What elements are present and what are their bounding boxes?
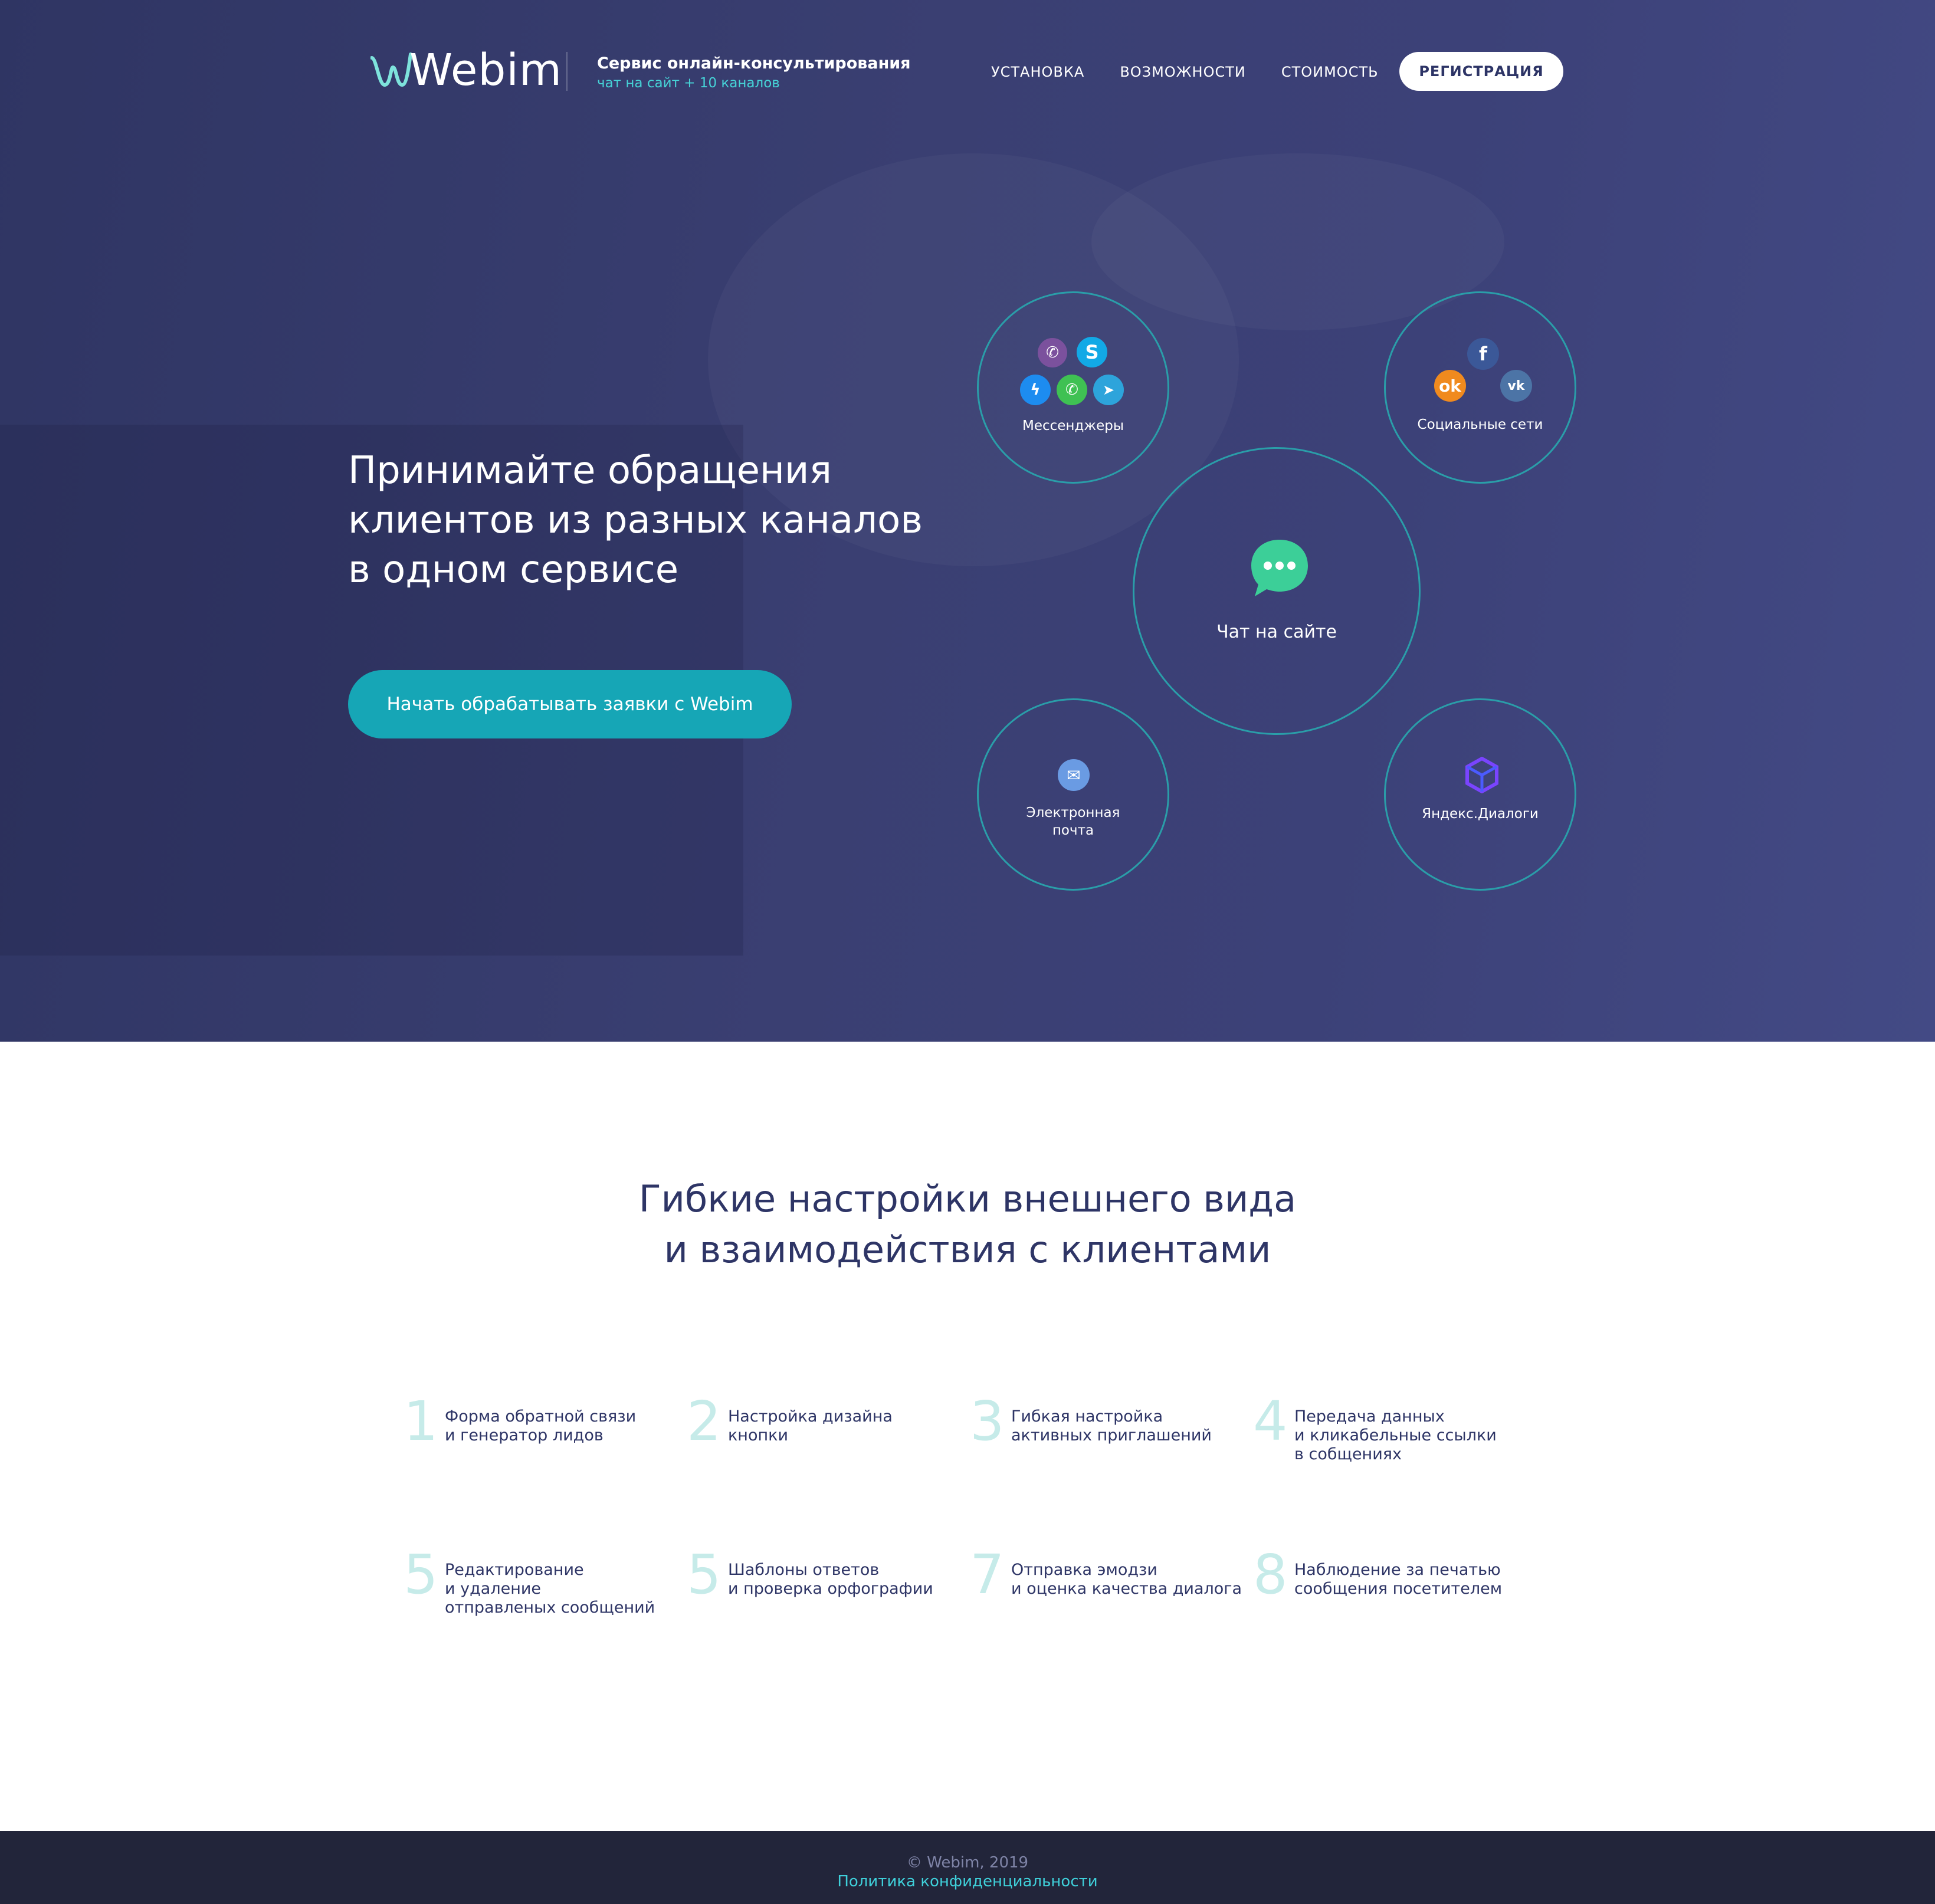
webim-logo[interactable]: Webim — [370, 44, 562, 97]
feature-text: Настройка дизайна кнопки — [728, 1407, 893, 1445]
feature-item: 1 Форма обратной связи и генератор лидов — [404, 1392, 675, 1510]
channel-label: Социальные сети — [1417, 417, 1543, 432]
feature-item: 5 Редактирование и удаление отправленых … — [404, 1545, 675, 1663]
feature-item: 5 Шаблоны ответов и проверка орфографии — [687, 1545, 958, 1663]
channel-label: Электронная почта — [1026, 805, 1120, 838]
start-cta-button[interactable]: Начать обрабатывать заявки с Webim — [348, 670, 792, 738]
skype-icon: S — [1077, 337, 1107, 367]
feature-item: 4 Передача данных и кликабельные ссылки … — [1253, 1392, 1524, 1510]
register-button[interactable]: РЕГИСТРАЦИЯ — [1399, 52, 1563, 91]
footer: © Webim, 2019 Политика конфиденциальност… — [0, 1831, 1935, 1904]
odnoklassniki-icon: ok — [1434, 370, 1466, 402]
yandex-dialogs-icon — [1465, 757, 1498, 793]
feature-number: 3 — [970, 1390, 1005, 1453]
features-title: Гибкие настройки внешнего вида и взаимод… — [0, 1174, 1935, 1275]
nav-item-features[interactable]: ВОЗМОЖНОСТИ — [1120, 61, 1246, 83]
feature-text: Гибкая настройка активных приглашений — [1011, 1407, 1212, 1445]
feature-item: 2 Настройка дизайна кнопки — [687, 1392, 958, 1510]
feature-text: Отправка эмодзи и оценка качества диалог… — [1011, 1561, 1242, 1598]
telegram-icon: ➤ — [1093, 375, 1124, 405]
channel-messengers: ✆ S ϟ ✆ ➤ Мессенджеры — [977, 291, 1169, 484]
features-title-line1: Гибкие настройки внешнего вида — [638, 1177, 1297, 1220]
channel-label: Яндекс.Диалоги — [1422, 806, 1539, 822]
vk-icon: vk — [1500, 370, 1532, 402]
channel-social: f ok vk Социальные сети — [1384, 291, 1576, 484]
feature-number: 8 — [1253, 1543, 1288, 1606]
feature-text: Редактирование и удаление отправленых со… — [445, 1561, 655, 1617]
channel-label: Мессенджеры — [1022, 418, 1124, 434]
channel-label: Чат на сайте — [1216, 622, 1337, 642]
feature-text: Передача данных и кликабельные ссылки в … — [1294, 1407, 1497, 1463]
main-nav: УСТАНОВКА ВОЗМОЖНОСТИ СТОИМОСТЬ — [991, 61, 1379, 83]
envelope-icon: ✉ — [1058, 759, 1090, 791]
chat-bubble-icon — [1251, 540, 1308, 596]
tagline: Сервис онлайн-консультирования чат на са… — [597, 53, 910, 92]
copyright: © Webim, 2019 — [906, 1854, 1029, 1872]
feature-item: 3 Гибкая настройка активных приглашений — [970, 1392, 1241, 1510]
hero-section: Webim Сервис онлайн-консультирования чат… — [0, 0, 1935, 1042]
feature-number: 2 — [687, 1390, 721, 1453]
feature-item: 8 Наблюдение за печатью сообщения посети… — [1253, 1545, 1524, 1663]
feature-number: 5 — [687, 1543, 721, 1606]
hero-headline: Принимайте обращения клиентов из разных … — [348, 449, 923, 592]
channel-site-chat: Чат на сайте — [1133, 447, 1421, 735]
messenger-icon: ϟ — [1020, 375, 1051, 405]
feature-text: Шаблоны ответов и проверка орфографии — [728, 1561, 933, 1598]
feature-text: Форма обратной связи и генератор лидов — [445, 1407, 637, 1445]
header-divider — [566, 52, 568, 91]
feature-item: 7 Отправка эмодзи и оценка качества диал… — [970, 1543, 1242, 1663]
viber-icon: ✆ — [1038, 338, 1067, 367]
feature-number: 4 — [1253, 1390, 1288, 1453]
features-title-line2: и взаимодействия с клиентами — [664, 1228, 1271, 1271]
channel-yandex-dialogs: Яндекс.Диалоги — [1384, 698, 1576, 891]
nav-item-pricing[interactable]: СТОИМОСТЬ — [1281, 61, 1379, 83]
feature-number: 5 — [404, 1543, 438, 1606]
feature-number: 1 — [404, 1390, 438, 1453]
feature-number: 7 — [970, 1543, 1005, 1606]
whatsapp-icon: ✆ — [1057, 375, 1087, 405]
channel-email: ✉ Электронная почта — [977, 698, 1169, 891]
nav-item-install[interactable]: УСТАНОВКА — [991, 61, 1084, 83]
feature-text: Наблюдение за печатью сообщения посетите… — [1294, 1561, 1503, 1598]
tagline-subtitle: чат на сайт + 10 каналов — [597, 75, 780, 91]
logo-wave-icon — [370, 52, 412, 87]
tagline-title: Сервис онлайн-консультирования — [597, 54, 911, 73]
logo-text: Webim — [409, 45, 562, 96]
facebook-icon: f — [1467, 338, 1499, 370]
privacy-policy-link[interactable]: Политика конфиденциальности — [837, 1873, 1097, 1890]
